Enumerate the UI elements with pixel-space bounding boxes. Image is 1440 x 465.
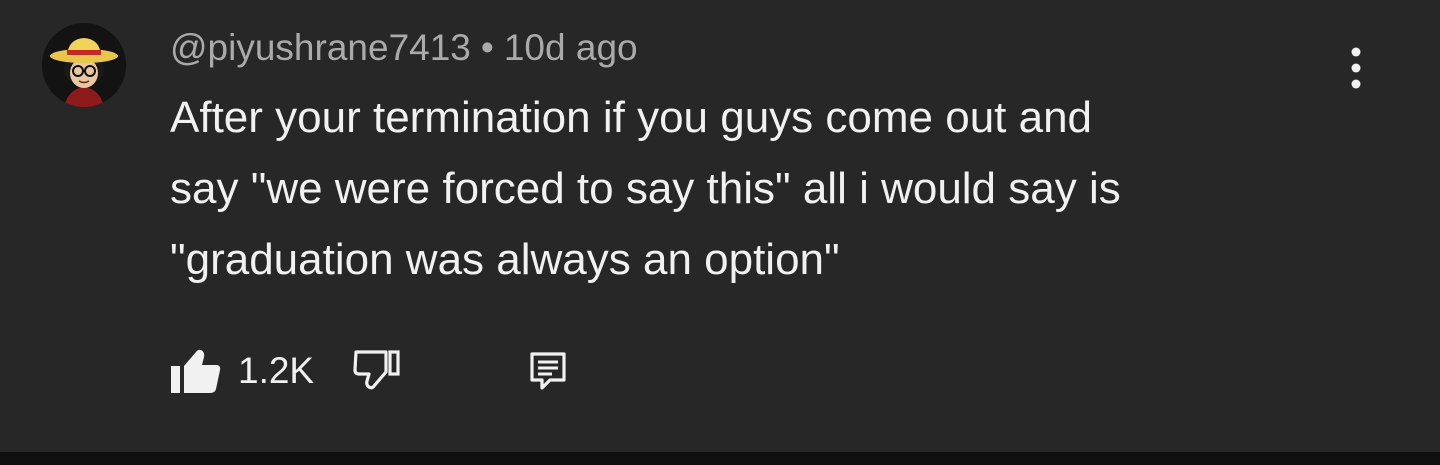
avatar[interactable] bbox=[42, 23, 126, 107]
comment-card: @piyushrane7413 • 10d ago After your termi… bbox=[0, 0, 1440, 452]
comment-timestamp[interactable]: 10d ago bbox=[504, 27, 638, 68]
thumb-down-outline-icon bbox=[353, 350, 400, 390]
comment-text-line: say "we were forced to say this" all i w… bbox=[170, 164, 1121, 213]
like-count: 1.2K bbox=[238, 350, 315, 391]
comment-text-line: After your termination if you guys come … bbox=[170, 93, 1093, 142]
author-name[interactable]: @piyushrane7413 bbox=[170, 27, 471, 68]
meta-separator: • bbox=[480, 27, 494, 68]
more-options-button[interactable] bbox=[1332, 40, 1380, 96]
more-vertical-icon bbox=[1351, 47, 1361, 89]
bottom-divider bbox=[0, 452, 1440, 465]
reply-button[interactable] bbox=[528, 350, 568, 392]
thumb-up-filled-icon bbox=[171, 349, 221, 393]
reply-comment-icon bbox=[530, 352, 566, 390]
like-button[interactable]: 1.2K bbox=[168, 346, 352, 396]
comment-text-line: "graduation was always an option" bbox=[170, 235, 840, 284]
comment-actions: 1.2K bbox=[168, 343, 568, 399]
comment-text: After your termination if you guys come … bbox=[170, 82, 1290, 295]
dislike-button[interactable] bbox=[352, 348, 402, 394]
comment-meta: @piyushrane7413 • 10d ago bbox=[170, 26, 638, 70]
straw-hat-avatar-icon bbox=[42, 23, 126, 107]
